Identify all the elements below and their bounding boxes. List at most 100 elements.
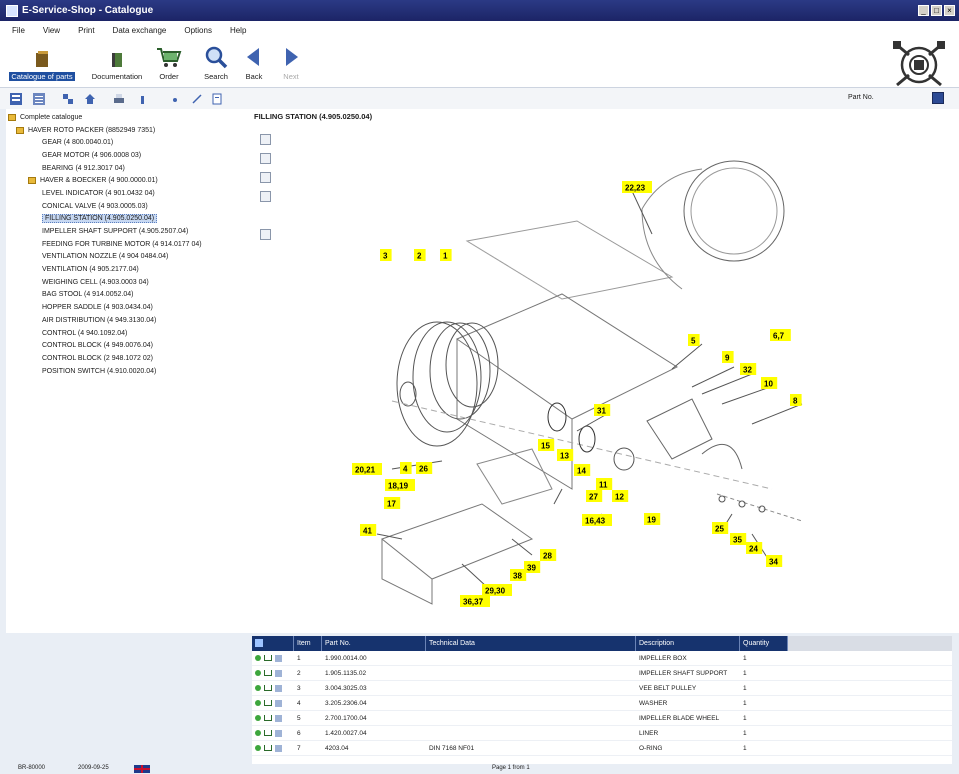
part-callout[interactable]: 35 [730, 533, 747, 545]
part-callout[interactable]: 6,7 [770, 329, 791, 341]
add-to-cart-icon[interactable] [264, 655, 272, 661]
info-icon[interactable] [275, 699, 282, 707]
menu-print[interactable]: Print [78, 26, 94, 35]
add-to-cart-icon[interactable] [264, 670, 272, 676]
print-icon[interactable] [113, 93, 125, 105]
tree-item[interactable]: CONTROL BLOCK (4 949.0076.04) [6, 339, 232, 352]
col-select-icon[interactable] [252, 636, 294, 651]
tree-item[interactable]: BAG STOOL (4 914.0052.04) [6, 289, 232, 302]
part-callout[interactable]: 34 [766, 555, 783, 567]
tree-item[interactable]: HAVER ROTO PACKER (8852949 7351) [6, 124, 232, 137]
tree-item[interactable]: Complete catalogue [6, 111, 232, 124]
menu-view[interactable]: View [43, 26, 60, 35]
tree-item[interactable]: GEAR MOTOR (4 906.0008 03) [6, 149, 232, 162]
tree-item[interactable]: BEARING (4 912.3017 04) [6, 162, 232, 175]
col-part-no[interactable]: Part No. [322, 636, 426, 651]
zoom-in-icon[interactable] [170, 93, 182, 105]
part-callout[interactable]: 39 [524, 561, 541, 573]
part-callout[interactable]: 10 [761, 377, 778, 389]
catalogue-button[interactable]: Catalogue of parts [9, 43, 75, 81]
part-callout[interactable]: 3 [380, 249, 392, 261]
info-icon[interactable] [275, 684, 282, 692]
info-icon[interactable] [275, 729, 282, 737]
part-callout[interactable]: 31 [594, 404, 611, 416]
part-callout[interactable]: 32 [740, 363, 757, 375]
part-callout[interactable]: 36,37 [460, 595, 490, 607]
info-icon[interactable] [275, 654, 282, 662]
home-icon[interactable] [84, 93, 96, 105]
tree-item[interactable]: GEAR (4 800.0040.01) [6, 136, 232, 149]
list-view-icon[interactable] [33, 93, 45, 105]
menu-help[interactable]: Help [230, 26, 246, 35]
part-callout[interactable]: 22,23 [622, 181, 652, 193]
part-callout[interactable]: 14 [574, 464, 591, 476]
add-to-cart-icon[interactable] [264, 730, 272, 736]
part-callout[interactable]: 41 [360, 524, 377, 536]
info-icon[interactable] [275, 669, 282, 677]
tree-item[interactable]: CONTROL BLOCK (2 948.1072 02) [6, 352, 232, 365]
table-row[interactable]: 1 1.990.0014.00 IMPELLER BOX 1 [252, 651, 952, 666]
col-item[interactable]: Item [294, 636, 322, 651]
table-row[interactable]: 5 2.700.1700.04 IMPELLER BLADE WHEEL 1 [252, 711, 952, 726]
part-callout[interactable]: 8 [790, 394, 802, 406]
menu-data-exchange[interactable]: Data exchange [113, 26, 167, 35]
menu-options[interactable]: Options [184, 26, 212, 35]
col-technical-data[interactable]: Technical Data [426, 636, 636, 651]
expand-tree-icon[interactable] [62, 93, 74, 105]
part-callout[interactable]: 18,19 [385, 479, 415, 491]
col-quantity[interactable]: Quantity [740, 636, 788, 651]
part-callout[interactable]: 26 [416, 462, 433, 474]
language-flag-icon[interactable] [134, 765, 150, 773]
part-callout[interactable]: 28 [540, 549, 557, 561]
table-row[interactable]: 2 1.905.1135.02 IMPELLER SHAFT SUPPORT 1 [252, 666, 952, 681]
tree-item[interactable]: HOPPER SADDLE (4 903.0434.04) [6, 301, 232, 314]
tree-item-selected[interactable]: FILLING STATION (4.905.0250.04) [6, 213, 232, 226]
part-callout[interactable]: 25 [712, 522, 729, 534]
tree-view-icon[interactable] [10, 93, 22, 105]
part-callout[interactable]: 29,30 [482, 584, 512, 596]
part-callout[interactable]: 17 [384, 497, 401, 509]
part-callout[interactable]: 20,21 [352, 463, 382, 475]
part-callout[interactable]: 24 [746, 542, 763, 554]
add-to-cart-icon[interactable] [264, 685, 272, 691]
part-callout[interactable]: 5 [688, 334, 700, 346]
maximize-button[interactable]: □ [931, 5, 942, 16]
table-row[interactable]: 7 4203.04 DIN 7168 NF01 O-RING 1 [252, 741, 952, 756]
export-icon[interactable] [138, 93, 150, 105]
part-callout[interactable]: 27 [586, 490, 603, 502]
part-callout[interactable]: 38 [510, 569, 527, 581]
part-callout[interactable]: 13 [557, 449, 574, 461]
part-number-search-button[interactable] [932, 92, 944, 104]
tree-item[interactable]: VENTILATION NOZZLE (4 904 0484.04) [6, 251, 232, 264]
col-description[interactable]: Description [636, 636, 740, 651]
document-icon[interactable] [211, 93, 223, 105]
part-callout[interactable]: 1 [440, 249, 452, 261]
info-icon[interactable] [275, 744, 282, 752]
table-row[interactable]: 6 1.420.0027.04 LINER 1 [252, 726, 952, 741]
tree-item[interactable]: LEVEL INDICATOR (4 901.0432 04) [6, 187, 232, 200]
add-to-cart-icon[interactable] [264, 745, 272, 751]
part-callout[interactable]: 12 [612, 490, 629, 502]
part-callout[interactable]: 2 [414, 249, 426, 261]
part-callout[interactable]: 15 [538, 439, 555, 451]
tree-item[interactable]: POSITION SWITCH (4.910.0020.04) [6, 365, 232, 378]
part-callout[interactable]: 19 [644, 513, 661, 525]
add-to-cart-icon[interactable] [264, 715, 272, 721]
part-callout[interactable]: 16,43 [582, 514, 612, 526]
tree-item[interactable]: FEEDING FOR TURBINE MOTOR (4 914.0177 04… [6, 238, 232, 251]
tree-item[interactable]: AIR DISTRIBUTION (4 949.3130.04) [6, 314, 232, 327]
tree-item[interactable]: CONTROL (4 940.1092.04) [6, 327, 232, 340]
tree-item[interactable]: CONICAL VALVE (4 903.0005.03) [6, 200, 232, 213]
part-callout[interactable]: 4 [400, 462, 412, 474]
close-button[interactable]: × [944, 5, 955, 16]
menu-file[interactable]: File [12, 26, 25, 35]
tree-item[interactable]: VENTILATION (4 905.2177.04) [6, 263, 232, 276]
table-row[interactable]: 4 3.205.2306.04 WASHER 1 [252, 696, 952, 711]
next-button[interactable]: Next [258, 43, 324, 81]
minimize-button[interactable]: _ [918, 5, 929, 16]
tree-item[interactable]: IMPELLER SHAFT SUPPORT (4.905.2507.04) [6, 225, 232, 238]
zoom-out-icon[interactable] [191, 93, 203, 105]
add-to-cart-icon[interactable] [264, 700, 272, 706]
table-row[interactable]: 3 3.004.3025.03 VEE BELT PULLEY 1 [252, 681, 952, 696]
part-callout[interactable]: 11 [596, 478, 613, 490]
